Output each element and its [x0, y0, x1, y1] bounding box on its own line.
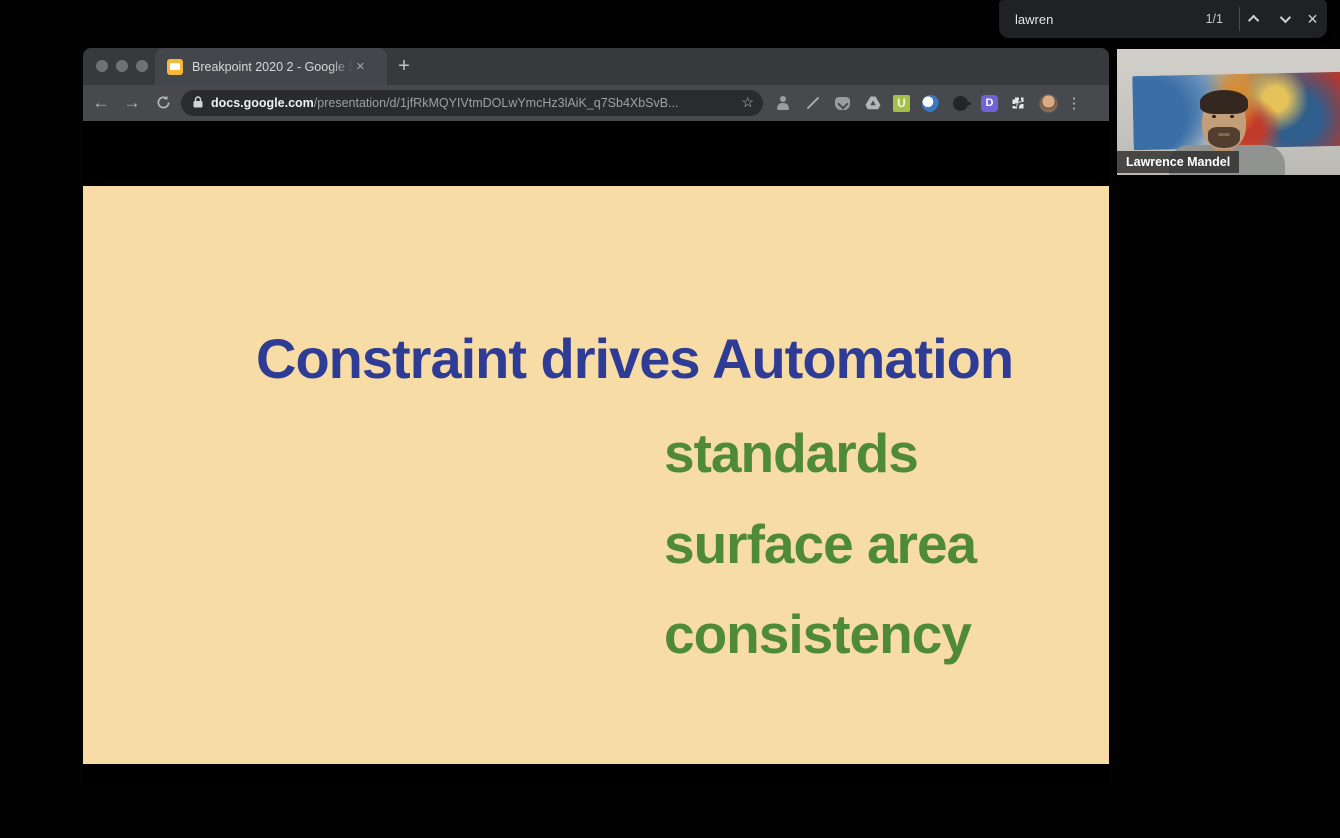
chevron-up-icon [1247, 15, 1258, 26]
pocket-icon [835, 97, 850, 110]
url-text: docs.google.com/presentation/d/1jfRkMQYI… [211, 96, 679, 110]
browser-tab[interactable]: Breakpoint 2020 2 - Google Sl × [155, 48, 387, 85]
participant-name-label: Lawrence Mandel [1117, 151, 1239, 173]
browser-tab-bar: Breakpoint 2020 2 - Google Sl × + [83, 48, 1109, 85]
slide-item-standards: standards [664, 421, 918, 485]
find-previous-button[interactable] [1240, 0, 1269, 38]
window-minimize-button[interactable] [116, 60, 128, 72]
person-eye [1212, 115, 1216, 118]
pencil-icon [806, 97, 819, 110]
shared-screen-browser-window: Breakpoint 2020 2 - Google Sl × + ← → do… [83, 48, 1109, 790]
browser-toolbar: ← → docs.google.com/presentation/d/1jfRk… [83, 85, 1109, 121]
find-next-button[interactable] [1269, 0, 1298, 38]
window-close-button[interactable] [96, 60, 108, 72]
ublock-extension-icon[interactable]: U [893, 95, 910, 112]
round-blue-extension-icon[interactable] [921, 94, 940, 113]
google-slides-favicon-icon [167, 59, 183, 75]
blue-circle-icon [922, 95, 939, 112]
person-bust-icon [776, 96, 790, 110]
new-tab-button[interactable]: + [391, 54, 417, 80]
find-query-text[interactable]: lawren [1015, 12, 1053, 27]
person-beard [1208, 127, 1240, 148]
find-match-count: 1/1 [1206, 12, 1223, 26]
purple-extension-icon[interactable]: D [981, 95, 998, 112]
profile-extension-icon[interactable] [773, 94, 792, 113]
forward-button[interactable]: → [119, 90, 145, 116]
extension-icons-row: U D ⋮ [773, 85, 1079, 121]
drive-extension-icon[interactable] [863, 94, 882, 113]
reload-button[interactable] [150, 90, 176, 116]
pencil-extension-icon[interactable] [803, 94, 822, 113]
back-button[interactable]: ← [88, 90, 114, 116]
bookmark-star-icon[interactable]: ☆ [741, 94, 754, 111]
person-mouth [1218, 133, 1230, 136]
tab-title: Breakpoint 2020 2 - Google Sl [192, 60, 354, 74]
chevron-down-icon [1279, 12, 1290, 23]
address-bar[interactable]: docs.google.com/presentation/d/1jfRkMQYI… [181, 90, 763, 116]
dark-circle-icon [953, 96, 968, 111]
pocket-extension-icon[interactable] [833, 94, 852, 113]
person-eye [1230, 115, 1234, 118]
slide-title: Constraint drives Automation [256, 326, 1013, 391]
tab-close-icon[interactable]: × [356, 59, 365, 74]
window-controls[interactable] [96, 60, 148, 72]
find-close-button[interactable]: × [1298, 0, 1327, 38]
browser-profile-avatar[interactable] [1039, 94, 1058, 113]
url-domain: docs.google.com [211, 96, 314, 110]
drive-triangle-icon [865, 96, 881, 110]
slide-item-consistency: consistency [664, 602, 971, 666]
participant-video-tile[interactable]: Lawrence Mandel [1117, 49, 1340, 175]
round-dark-extension-icon[interactable] [951, 94, 970, 113]
slide-item-surface-area: surface area [664, 512, 976, 576]
https-lock-icon [193, 95, 203, 113]
person-hair [1200, 90, 1248, 114]
puzzle-extensions-menu-icon[interactable] [1009, 94, 1028, 113]
window-zoom-button[interactable] [136, 60, 148, 72]
puzzle-piece-icon [1011, 95, 1027, 111]
presentation-slide: Constraint drives Automation standards s… [83, 186, 1109, 764]
url-path: /presentation/d/1jfRkMQYIVtmDOLwYmcHz3lA… [314, 96, 679, 110]
screen: Breakpoint 2020 2 - Google Sl × + ← → do… [0, 0, 1340, 838]
browser-menu-kebab-icon[interactable]: ⋮ [1069, 94, 1079, 113]
find-bar: lawren 1/1 × [999, 0, 1327, 38]
presentation-viewport: Constraint drives Automation standards s… [83, 121, 1109, 790]
